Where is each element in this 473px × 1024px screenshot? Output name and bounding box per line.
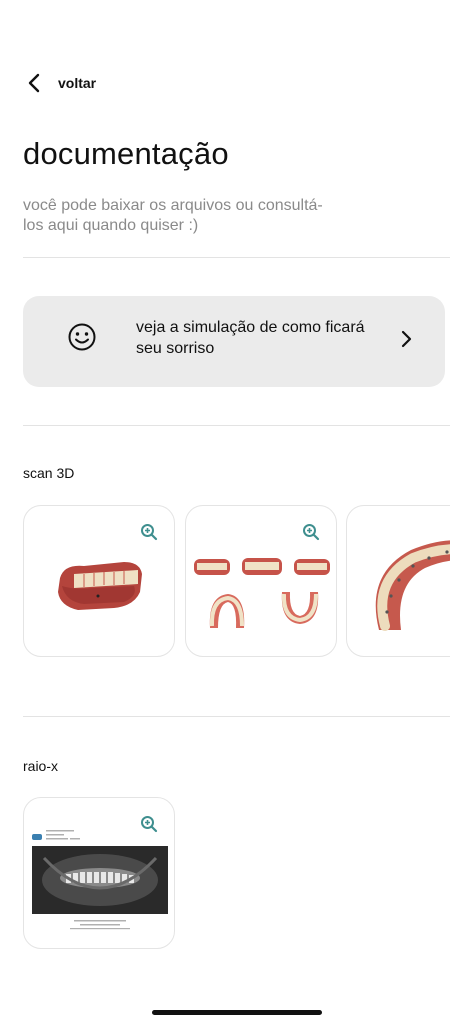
- scan-3d-carousel[interactable]: [23, 505, 450, 657]
- dental-arch-image: [375, 540, 450, 631]
- xray-section-label: raio-x: [23, 758, 59, 774]
- page-title: documentação: [23, 136, 229, 171]
- back-button[interactable]: voltar: [24, 70, 96, 96]
- scan-3d-section-label: scan 3D: [23, 465, 75, 481]
- page-subtitle: você pode baixar os arquivos ou consultá…: [23, 197, 323, 234]
- smile-simulation-card[interactable]: veja a simulação de como ficará seu sorr…: [23, 296, 445, 387]
- scan-3d-thumbnail[interactable]: [346, 505, 450, 657]
- dental-model-side-image: [58, 562, 142, 610]
- divider: [23, 257, 450, 258]
- chevron-left-icon: [28, 73, 40, 93]
- zoom-in-icon[interactable]: [140, 523, 158, 541]
- smile-simulation-label: veja a simulação de como ficará seu sorr…: [136, 319, 365, 357]
- xray-thumbnail[interactable]: [23, 797, 175, 949]
- panoramic-xray-image: [32, 830, 168, 930]
- divider: [23, 716, 450, 717]
- scan-3d-thumbnail[interactable]: [23, 505, 175, 657]
- zoom-in-icon[interactable]: [302, 523, 320, 541]
- back-label: voltar: [58, 75, 97, 91]
- dental-model-multi-view-image: [194, 558, 330, 628]
- chevron-right-icon: [401, 330, 412, 348]
- scan-3d-thumbnail[interactable]: [185, 505, 337, 657]
- smile-icon: [68, 323, 96, 351]
- divider: [23, 425, 450, 426]
- home-indicator: [152, 1010, 322, 1015]
